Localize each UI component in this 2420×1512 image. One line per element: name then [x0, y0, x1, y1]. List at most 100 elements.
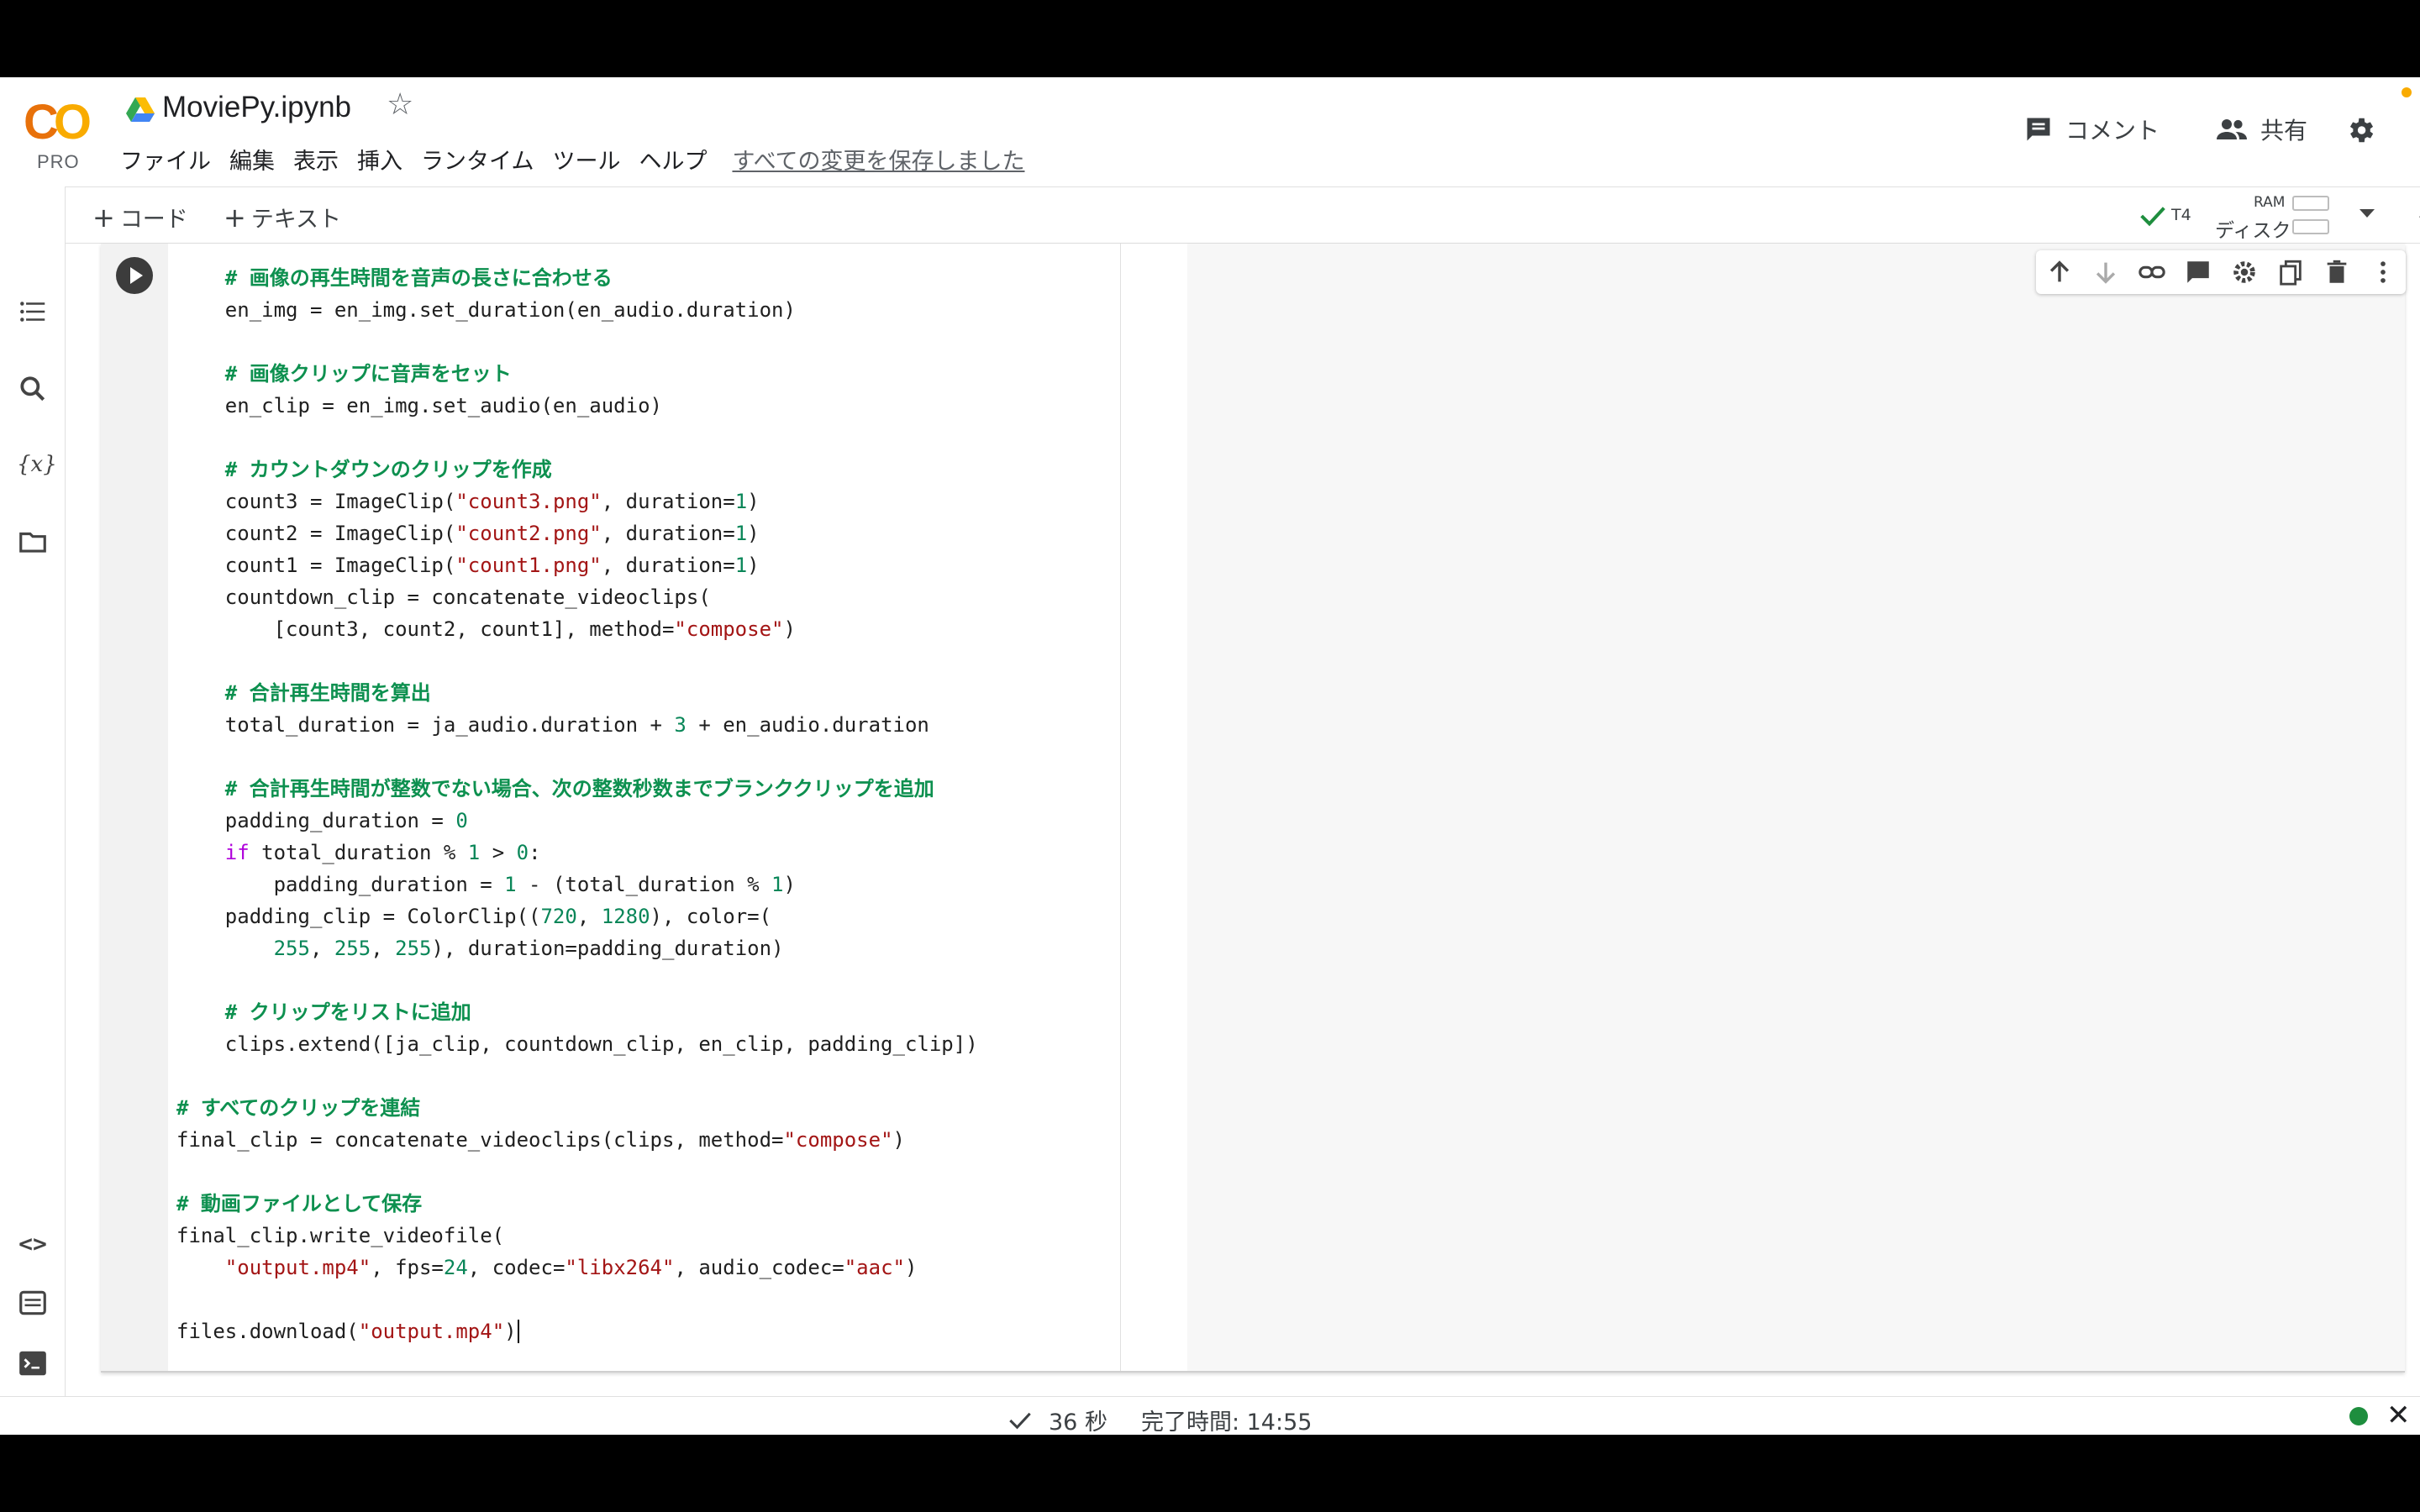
code-token: ) — [904, 1256, 918, 1279]
command-palette-icon[interactable] — [17, 1287, 49, 1319]
menu-insert[interactable]: 挿入 — [357, 143, 402, 176]
save-status-link[interactable]: すべての変更を保存しました — [732, 143, 1024, 176]
code-line[interactable]: countdown_clip = concatenate_videoclips( — [176, 581, 978, 613]
delete-cell-icon[interactable] — [2323, 258, 2351, 286]
settings-gear-icon[interactable] — [2344, 114, 2376, 146]
code-line[interactable]: # 画像クリップに音声をセット — [176, 358, 978, 390]
code-line[interactable]: # 合計再生時間が整数でない場合、次の整数秒数までブランククリップを追加 — [176, 773, 978, 805]
code-line[interactable]: # 動画ファイルとして保存 — [176, 1188, 978, 1220]
code-line[interactable]: padding_duration = 1 - (total_duration %… — [176, 869, 978, 900]
code-line[interactable]: final_clip = concatenate_videoclips(clip… — [176, 1124, 978, 1156]
mirror-cell-icon[interactable] — [2276, 258, 2305, 286]
code-token: 0 — [516, 841, 529, 864]
files-folder-icon[interactable] — [17, 526, 49, 558]
colab-logo[interactable]: CO PRO — [22, 94, 97, 172]
code-line[interactable]: count1 = ImageClip("count1.png", duratio… — [176, 549, 978, 581]
more-options-icon[interactable] — [2369, 258, 2397, 286]
variables-icon[interactable]: {x} — [17, 449, 57, 480]
code-line[interactable]: en_img = en_img.set_duration(en_audio.du… — [176, 294, 978, 326]
menu-file[interactable]: ファイル — [120, 143, 211, 176]
collapse-header-icon[interactable] — [2414, 199, 2420, 229]
code-token: files.download( — [176, 1320, 359, 1343]
code-line[interactable]: count3 = ImageClip("count3.png", duratio… — [176, 486, 978, 517]
code-line[interactable] — [176, 741, 978, 773]
terminal-icon[interactable] — [17, 1347, 49, 1379]
code-line[interactable]: 255, 255, 255), duration=padding_duratio… — [176, 932, 978, 964]
code-line[interactable]: total_duration = ja_audio.duration + 3 +… — [176, 709, 978, 741]
ram-usage-bar — [2292, 196, 2329, 211]
code-token: # 画像クリップに音声をセット — [224, 362, 512, 386]
add-code-cell-button[interactable]: + コード — [92, 201, 188, 234]
run-cell-button[interactable] — [116, 257, 153, 294]
code-token: 1280 — [601, 905, 650, 928]
notebook-toolbar: + コード + テキスト T4 RAM ディスク — [66, 186, 2420, 244]
code-line[interactable]: en_clip = en_img.set_audio(en_audio) — [176, 390, 978, 422]
code-token: 1 — [734, 522, 748, 545]
code-line[interactable] — [176, 645, 978, 677]
code-line[interactable]: [count3, count2, count1], method="compos… — [176, 613, 978, 645]
elapsed-time: 36 秒 — [1049, 1410, 1107, 1435]
plus-icon: + — [224, 202, 246, 234]
link-icon[interactable] — [2138, 258, 2166, 286]
close-icon[interactable]: ✕ — [2386, 1399, 2411, 1432]
search-icon[interactable] — [17, 373, 49, 405]
code-line[interactable] — [176, 964, 978, 996]
menu-tools[interactable]: ツール — [552, 143, 620, 176]
notebook-title[interactable]: MoviePy.ipynb — [162, 91, 351, 124]
chevron-down-icon[interactable] — [2360, 209, 2375, 218]
code-line[interactable]: padding_clip = ColorClip((720, 1280), co… — [176, 900, 978, 932]
code-token: count2 = ImageClip( — [176, 522, 456, 545]
menu-view[interactable]: 表示 — [293, 143, 339, 176]
code-line[interactable]: files.download("output.mp4") — [176, 1315, 978, 1347]
header: CO PRO MoviePy.ipynb ☆ ファイル 編集 表示 挿入 ランタ… — [0, 77, 2420, 186]
code-line[interactable]: # カウントダウンのクリップを作成 — [176, 454, 978, 486]
code-line[interactable]: padding_duration = 0 — [176, 805, 978, 837]
code-line[interactable]: count2 = ImageClip("count2.png", duratio… — [176, 517, 978, 549]
menu-runtime[interactable]: ランタイム — [421, 143, 534, 176]
code-text[interactable]: # 画像の再生時間を音声の長さに合わせる en_img = en_img.set… — [176, 262, 978, 1347]
star-icon[interactable]: ☆ — [387, 87, 413, 122]
move-cell-up-icon[interactable] — [2045, 258, 2074, 286]
code-line[interactable] — [176, 422, 978, 454]
code-line[interactable]: "output.mp4", fps=24, codec="libx264", a… — [176, 1252, 978, 1284]
code-snippets-icon[interactable]: <> — [17, 1228, 49, 1260]
line-length-ruler — [1120, 244, 1121, 1371]
cell-settings-gear-icon[interactable] — [2230, 258, 2259, 286]
code-line[interactable] — [176, 1060, 978, 1092]
code-token: [count3, count2, count1], method= — [176, 617, 675, 641]
menu-edit[interactable]: 編集 — [229, 143, 275, 176]
comment-button[interactable]: コメント — [2023, 113, 2160, 146]
menu-bar: ファイル 編集 表示 挿入 ランタイム ツール ヘルプ すべての変更を保存しまし… — [120, 143, 1025, 176]
move-cell-down-icon[interactable] — [2091, 258, 2120, 286]
execution-status[interactable]: 36 秒 完了時間: 14:55 — [1008, 1404, 1312, 1435]
code-line[interactable]: clips.extend([ja_clip, countdown_clip, e… — [176, 1028, 978, 1060]
code-cell[interactable]: # 画像の再生時間を音声の長さに合わせる en_img = en_img.set… — [101, 244, 2406, 1435]
code-token: , duration= — [601, 490, 735, 513]
code-line[interactable] — [176, 1156, 978, 1188]
add-text-cell-button[interactable]: + テキスト — [224, 201, 341, 234]
code-line[interactable]: # 合計再生時間を算出 — [176, 677, 978, 709]
code-line[interactable]: # すべてのクリップを連結 — [176, 1092, 978, 1124]
code-line[interactable]: final_clip.write_videofile( — [176, 1220, 978, 1252]
code-token: 255 — [334, 937, 371, 960]
menu-help[interactable]: ヘルプ — [639, 143, 707, 176]
cell-gutter — [101, 244, 168, 1371]
check-icon — [1009, 1412, 1031, 1429]
table-of-contents-icon[interactable] — [17, 296, 49, 328]
code-editor[interactable]: # 画像の再生時間を音声の長さに合わせる en_img = en_img.set… — [168, 244, 1187, 1371]
runtime-status-button[interactable]: T4 RAM ディスク — [2139, 194, 2391, 242]
code-line[interactable] — [176, 1284, 978, 1315]
code-line[interactable]: # クリップをリストに追加 — [176, 996, 978, 1028]
code-token: ) — [747, 522, 760, 545]
add-comment-icon[interactable] — [2184, 258, 2212, 286]
code-line[interactable]: # 画像の再生時間を音声の長さに合わせる — [176, 262, 978, 294]
share-label: 共有 — [2260, 117, 2308, 144]
code-line[interactable]: if total_duration % 1 > 0: — [176, 837, 978, 869]
code-line[interactable] — [176, 326, 978, 358]
code-token: padding_clip = ColorClip(( — [176, 905, 541, 928]
code-token: count3 = ImageClip( — [176, 490, 456, 513]
share-button[interactable]: 共有 — [2215, 113, 2307, 146]
